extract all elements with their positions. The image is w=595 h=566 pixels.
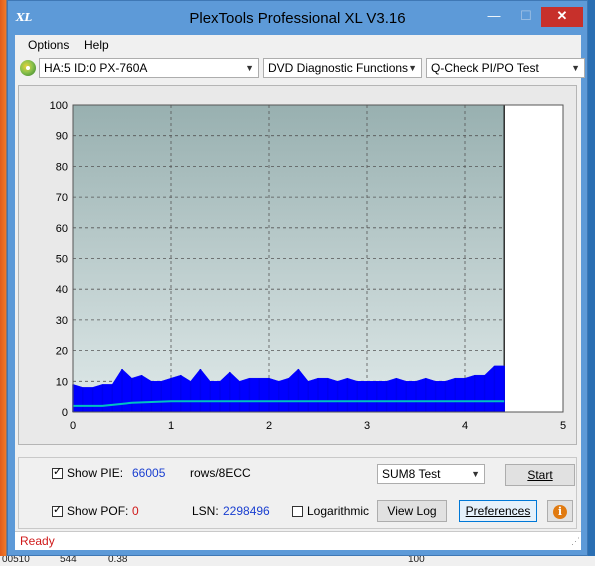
show-pie-label: Show PIE: xyxy=(67,466,124,480)
y-tick-label: 80 xyxy=(56,161,68,173)
y-tick-label: 10 xyxy=(56,376,68,388)
menu-help[interactable]: Help xyxy=(84,38,109,52)
x-tick-label: 0 xyxy=(70,420,76,432)
status-text: Ready xyxy=(20,534,55,548)
show-pie-checkbox[interactable] xyxy=(52,465,63,479)
lsn-value: 2298496 xyxy=(223,504,270,518)
status-bar: Ready ⋰ xyxy=(15,531,581,550)
show-poe-label: Show POF: xyxy=(67,504,129,518)
pie-value: 66005 xyxy=(132,466,166,480)
bg-cell-1: 00510 xyxy=(2,556,30,565)
menu-bar: Options Help xyxy=(15,35,581,55)
bg-cell-2: 544 xyxy=(60,556,77,565)
info-button[interactable]: i xyxy=(547,500,573,522)
logarithmic-checkbox[interactable] xyxy=(292,506,303,517)
view-log-button[interactable]: View Log xyxy=(377,500,447,522)
disc-drive-icon xyxy=(20,60,36,76)
client-area: Options Help HA:5 ID:0 PX-760A ▼ DVD Dia… xyxy=(15,35,585,550)
chevron-down-icon: ▼ xyxy=(245,63,254,73)
function-select-value: DVD Diagnostic Functions xyxy=(268,61,409,75)
preferences-button-label: Preferences xyxy=(465,504,531,518)
poe-value: 0 xyxy=(132,504,139,518)
y-tick-label: 30 xyxy=(56,315,68,327)
function-select[interactable]: DVD Diagnostic Functions ▼ xyxy=(263,58,422,78)
lsn-label: LSN: xyxy=(192,504,219,518)
test-select-value: Q-Check PI/PO Test xyxy=(431,61,539,75)
x-tick-label: 2 xyxy=(266,420,272,432)
start-button-label: Start xyxy=(527,468,553,482)
bg-cell-3: 0.38 xyxy=(108,556,128,565)
close-button[interactable]: ✕ xyxy=(541,7,583,27)
y-tick-label: 20 xyxy=(56,346,68,358)
chevron-down-icon: ▼ xyxy=(571,63,580,73)
app-window: XL PlexTools Professional XL V3.16 — ☐ ✕… xyxy=(7,0,588,556)
x-tick-label: 4 xyxy=(462,420,468,432)
drive-select-value: HA:5 ID:0 PX-760A xyxy=(44,61,148,75)
controls-panel: Show PIE: 66005 rows/8ECC SUM8 Test ▼ St… xyxy=(18,457,577,529)
chart-panel: 0 10 20 30 40 50 60 70 80 90 100 0 1 2 3 4 5 xyxy=(18,85,577,445)
resize-grip-icon[interactable]: ⋰ xyxy=(571,536,580,547)
y-tick-label: 0 xyxy=(62,407,68,419)
chevron-down-icon: ▼ xyxy=(471,469,480,479)
drive-select[interactable]: HA:5 ID:0 PX-760A ▼ xyxy=(39,58,259,78)
background-window-row: 00510 544 0.38 100 xyxy=(0,556,595,566)
sum-test-select[interactable]: SUM8 Test ▼ xyxy=(377,464,485,484)
logarithmic-label: Logarithmic xyxy=(307,504,370,518)
x-tick-label: 3 xyxy=(364,420,370,432)
y-tick-label: 90 xyxy=(56,131,68,143)
test-select[interactable]: Q-Check PI/PO Test ▼ xyxy=(426,58,585,78)
minimize-button[interactable]: — xyxy=(479,7,509,27)
view-log-button-label: View Log xyxy=(387,504,437,518)
title-bar[interactable]: XL PlexTools Professional XL V3.16 — ☐ ✕ xyxy=(8,1,587,35)
chevron-down-icon: ▼ xyxy=(408,63,417,73)
sum-test-select-value: SUM8 Test xyxy=(382,467,441,481)
y-tick-label: 70 xyxy=(56,192,68,204)
y-tick-label: 60 xyxy=(56,223,68,235)
bg-cell-4: 100 xyxy=(408,556,425,565)
y-tick-label: 100 xyxy=(50,100,68,112)
start-button[interactable]: Start xyxy=(505,464,575,486)
preferences-button[interactable]: Preferences xyxy=(459,500,537,522)
menu-options[interactable]: Options xyxy=(28,38,69,52)
info-icon: i xyxy=(553,505,567,519)
y-tick-label: 50 xyxy=(56,254,68,266)
maximize-button[interactable]: ☐ xyxy=(511,7,541,27)
show-poe-checkbox[interactable] xyxy=(52,503,63,517)
pie-unit: rows/8ECC xyxy=(190,466,251,480)
y-tick-label: 40 xyxy=(56,284,68,296)
unscanned-region xyxy=(504,105,563,412)
pie-po-chart: 0 10 20 30 40 50 60 70 80 90 100 0 1 2 3 4 5 xyxy=(50,100,566,432)
x-tick-label: 5 xyxy=(560,420,566,432)
x-tick-label: 1 xyxy=(168,420,174,432)
